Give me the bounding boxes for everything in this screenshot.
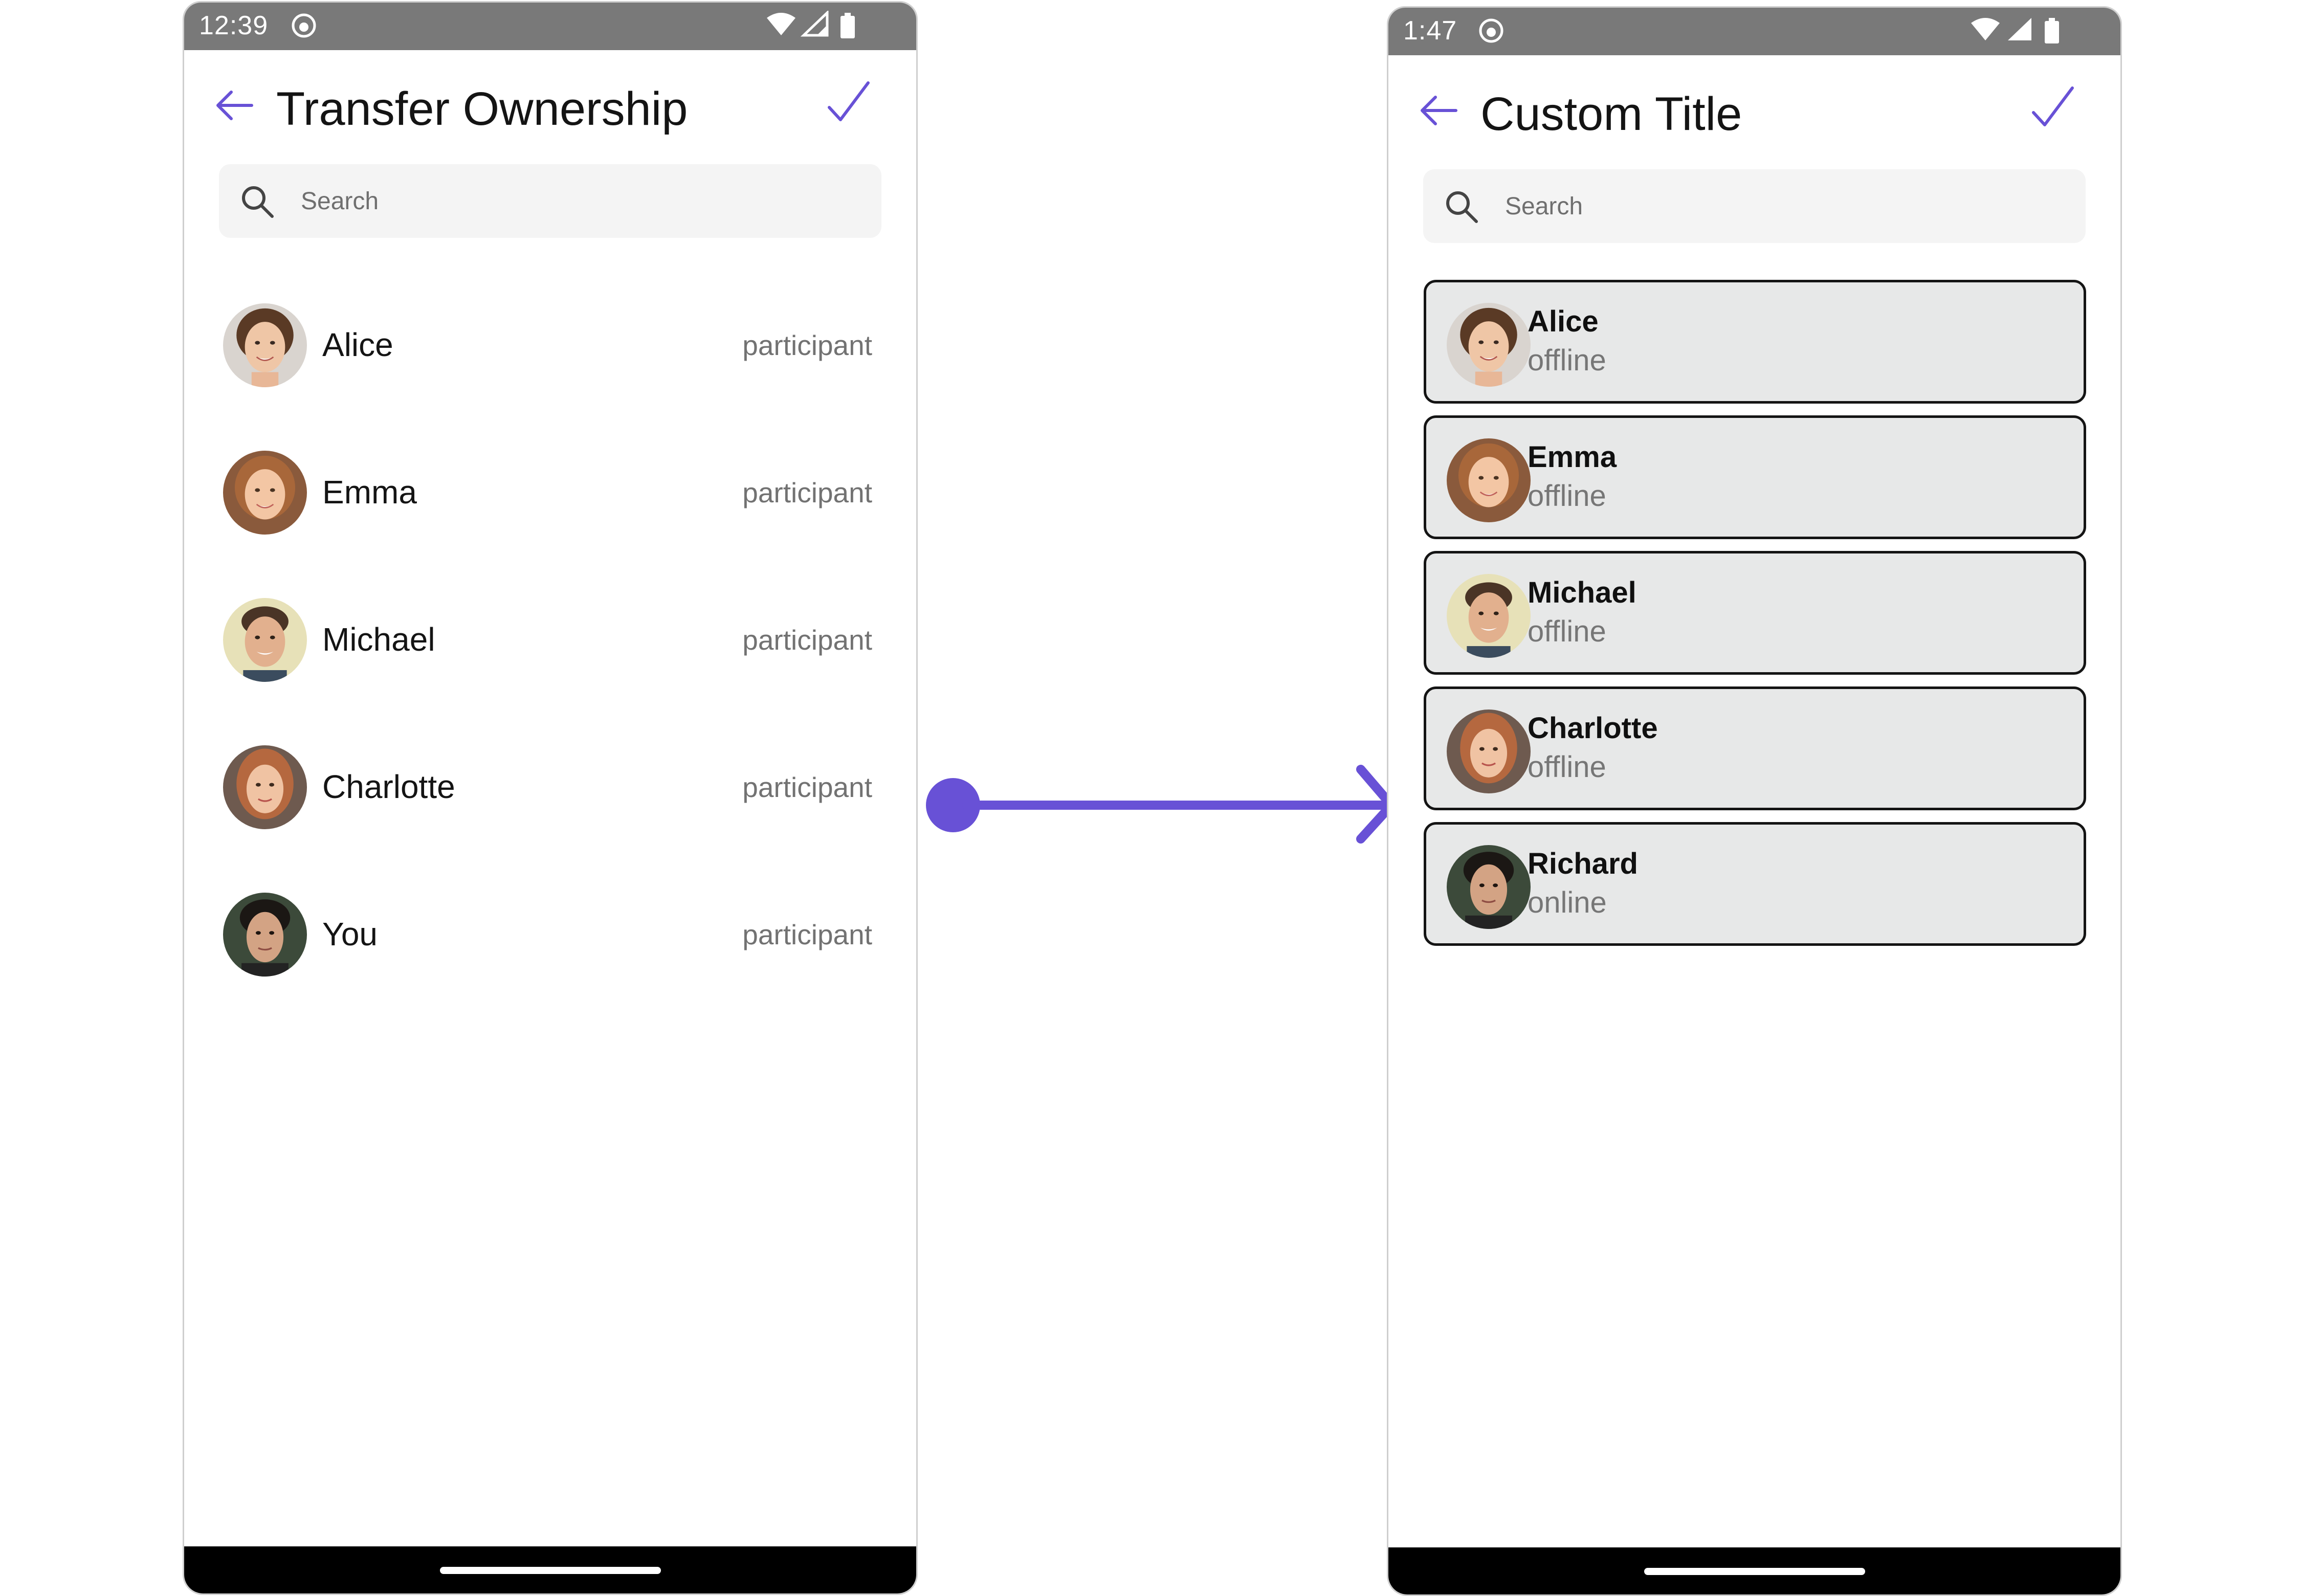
avatar	[223, 893, 307, 977]
member-scope: participant	[742, 771, 872, 803]
member-name: Michael	[322, 621, 435, 658]
list-item[interactable]: Michael participant	[184, 594, 916, 696]
avatar	[1447, 710, 1531, 793]
list-item[interactable]: Richard online	[1424, 822, 2086, 946]
home-indicator[interactable]	[1644, 1568, 1865, 1575]
member-status: offline	[1528, 750, 1606, 784]
member-status: offline	[1528, 479, 1606, 513]
home-indicator[interactable]	[439, 1567, 661, 1574]
avatar	[223, 451, 307, 535]
member-name: Emma	[1528, 440, 1617, 474]
status-bar: 1:47	[1388, 8, 2120, 55]
avatar	[1447, 845, 1531, 929]
checkmark-icon[interactable]	[826, 79, 871, 124]
member-name: Charlotte	[1528, 712, 1658, 745]
app-notification-icon	[291, 13, 317, 38]
list-item[interactable]: You participant	[184, 889, 916, 991]
page-title: Custom Title	[1480, 88, 1742, 140]
search-icon	[1445, 190, 1478, 224]
status-time: 1:47	[1403, 16, 1457, 46]
wifi-icon	[767, 13, 795, 35]
member-name: Charlotte	[322, 768, 455, 805]
avatar	[1447, 303, 1531, 387]
member-scope: participant	[742, 329, 872, 361]
status-bar: 12:39	[184, 3, 916, 50]
navigation-bar	[184, 1546, 916, 1593]
page-title: Transfer Ownership	[276, 83, 688, 135]
battery-icon	[840, 13, 855, 38]
avatar	[223, 598, 307, 682]
avatar	[1447, 438, 1531, 522]
search-bar[interactable]	[219, 164, 881, 238]
member-status: online	[1528, 886, 1607, 919]
member-status: offline	[1528, 615, 1606, 648]
checkmark-icon[interactable]	[2030, 84, 2075, 129]
transition-arrow	[926, 765, 1396, 844]
wifi-icon	[1971, 18, 2000, 40]
avatar	[223, 745, 307, 829]
member-scope: participant	[742, 477, 872, 508]
member-name: Michael	[1528, 576, 1636, 609]
list-item[interactable]: Alice offline	[1424, 280, 2086, 404]
avatar	[1447, 574, 1531, 658]
back-arrow-icon[interactable]	[1418, 90, 1459, 131]
app-notification-icon	[1478, 18, 1504, 43]
search-input[interactable]	[1505, 169, 1965, 243]
list-item[interactable]: Emma offline	[1424, 415, 2086, 539]
header: Transfer Ownership	[184, 50, 916, 168]
list-item[interactable]: Charlotte participant	[184, 741, 916, 844]
member-name: You	[322, 916, 378, 952]
member-name: Emma	[322, 474, 417, 511]
member-name: Alice	[1528, 305, 1599, 338]
search-bar[interactable]	[1423, 169, 2086, 243]
status-time: 12:39	[199, 11, 269, 40]
member-status: offline	[1528, 344, 1606, 377]
back-arrow-icon[interactable]	[214, 85, 255, 126]
member-scope: participant	[742, 919, 872, 950]
list-item[interactable]: Michael offline	[1424, 551, 2086, 675]
avatar	[223, 303, 307, 387]
member-scope: participant	[742, 624, 872, 656]
signal-icon	[800, 10, 829, 37]
battery-icon	[2045, 18, 2059, 43]
list-item[interactable]: Alice participant	[184, 299, 916, 402]
list-item[interactable]: Charlotte offline	[1424, 686, 2086, 810]
right-phone-screen: 1:47 Custom Title Alice offline	[1387, 6, 2122, 1596]
member-name: Alice	[322, 326, 393, 363]
navigation-bar	[1388, 1547, 2120, 1594]
search-input[interactable]	[301, 164, 761, 238]
left-phone-screen: 12:39 Transfer Ownership Alice partici	[183, 1, 918, 1595]
header: Custom Title	[1388, 55, 2120, 173]
list-item[interactable]: Emma participant	[184, 447, 916, 549]
signal-icon	[2008, 18, 2031, 40]
search-icon	[240, 185, 274, 218]
member-name: Richard	[1528, 847, 1638, 880]
